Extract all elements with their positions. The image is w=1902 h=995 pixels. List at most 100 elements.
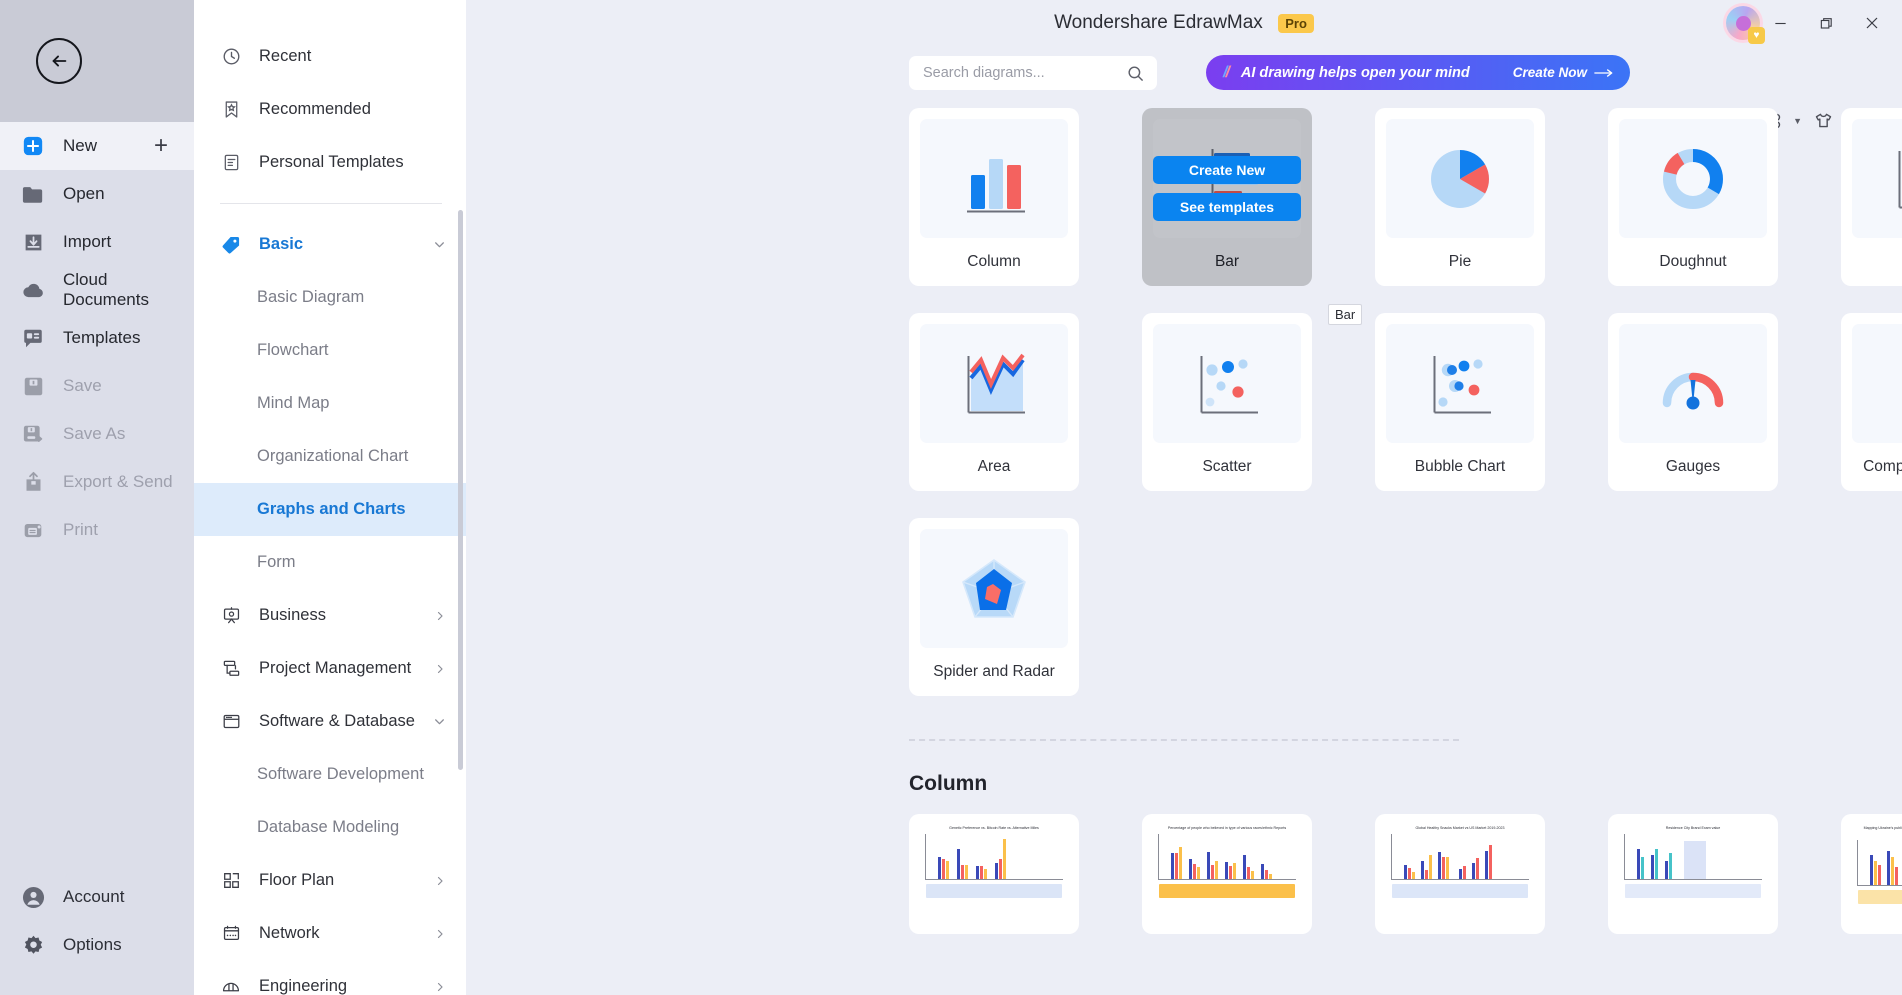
category-label: Recent (259, 47, 312, 65)
card-area[interactable]: Area (909, 313, 1079, 491)
see-templates-button[interactable]: See templates (1153, 193, 1301, 221)
restore-button[interactable] (1806, 6, 1846, 40)
card-comparison-chart[interactable]: Comparison Chart (1841, 313, 1902, 491)
minimize-button[interactable] (1760, 6, 1800, 40)
card-thumbnail (1386, 119, 1534, 238)
card-hover-actions: Create New See templates (1153, 156, 1301, 221)
document-icon (220, 153, 242, 172)
card-pie[interactable]: Pie (1375, 108, 1545, 286)
rail-item-label: Templates (63, 328, 141, 347)
chevron-down-icon[interactable] (433, 238, 446, 251)
rail-item-import[interactable]: Import (0, 218, 194, 266)
card-label: Spider and Radar (933, 663, 1055, 680)
category-personal-templates[interactable]: Personal Templates (194, 136, 466, 189)
rail-item-export-send[interactable]: Export & Send (0, 458, 194, 506)
title-bar: Wondershare EdrawMax Pro ♥ (466, 0, 1902, 46)
chevron-right-icon[interactable] (434, 610, 446, 622)
comparison-chart-icon (1883, 345, 1902, 423)
rail-item-print[interactable]: Print (0, 506, 194, 554)
rail-item-templates[interactable]: Templates (0, 314, 194, 362)
doughnut-chart-icon (1663, 148, 1723, 209)
card-scatter[interactable]: Scatter (1142, 313, 1312, 491)
rail-item-cloud-documents[interactable]: Cloud Documents (0, 266, 194, 314)
category-label: Form (257, 553, 296, 571)
category-graphs-and-charts[interactable]: Graphs and Charts (194, 483, 466, 536)
rail-item-save-as[interactable]: Save As (0, 410, 194, 458)
chevron-right-icon[interactable] (434, 663, 446, 675)
category-group-project-management[interactable]: Project Management (194, 642, 466, 695)
chart-type-grid: Column Create New See templates Bar Bar … (466, 108, 1902, 723)
rail-item-options[interactable]: Options (0, 921, 194, 969)
chevron-right-icon[interactable] (434, 928, 446, 940)
app-title-text: Wondershare EdrawMax (1054, 12, 1263, 33)
rail-item-open[interactable]: Open (0, 170, 194, 218)
category-group-floor-plan[interactable]: Floor Plan (194, 854, 466, 907)
ai-drawing-banner[interactable]: // AI drawing helps open your mind Creat… (1206, 55, 1630, 90)
card-bar[interactable]: Create New See templates Bar Bar (1142, 108, 1363, 325)
template-card[interactable]: Global Healthy Snacks Market vs US Marke… (1375, 814, 1545, 934)
card-doughnut[interactable]: Doughnut (1608, 108, 1778, 286)
category-group-business[interactable]: Business (194, 589, 466, 642)
template-card[interactable]: Percentage of people who believed in typ… (1142, 814, 1312, 934)
rail-item-account[interactable]: Account (0, 873, 194, 921)
rail-item-label: New (63, 136, 98, 155)
category-organizational-chart[interactable]: Organizational Chart (194, 430, 466, 483)
edrawmax-start-window: New + Open Import Cloud Documents Templa… (0, 0, 1902, 995)
category-recent[interactable]: Recent (194, 30, 466, 83)
category-label: Recommended (259, 100, 371, 118)
card-thumbnail (920, 119, 1068, 238)
category-group-software-database[interactable]: Software & Database (194, 695, 466, 748)
gauge-icon (1662, 372, 1724, 409)
rail-item-new[interactable]: New + (0, 122, 194, 170)
avatar[interactable]: ♥ (1726, 6, 1765, 44)
content-scroll-area[interactable]: Column Create New See templates Bar Bar … (466, 108, 1902, 995)
template-card[interactable]: Residence City Brand Exam value (1608, 814, 1778, 934)
category-label: Basic Diagram (257, 288, 365, 306)
category-label: Software & Database (259, 712, 415, 730)
category-group-basic[interactable]: Basic (194, 218, 466, 271)
template-card[interactable]: Mapping Ukraine's public finances: How t… (1841, 814, 1902, 934)
back-button[interactable] (36, 38, 82, 84)
template-mini-caption (1159, 884, 1295, 899)
search-box[interactable] (909, 56, 1157, 90)
category-group-engineering[interactable]: Engineering (194, 960, 466, 995)
card-label: Doughnut (1659, 253, 1727, 270)
search-icon[interactable] (1126, 64, 1145, 83)
card-column[interactable]: Column (909, 108, 1079, 286)
create-now-button[interactable]: Create Now (1513, 65, 1614, 80)
category-database-modeling[interactable]: Database Modeling (194, 801, 466, 854)
card-spider-and-radar[interactable]: Spider and Radar (909, 518, 1079, 696)
template-title: Genetic Preference vs. Bitcoin Rate vs. … (949, 826, 1039, 830)
account-icon (20, 884, 46, 910)
category-label: Business (259, 606, 326, 624)
category-group-network[interactable]: Network (194, 907, 466, 960)
radar-chart-icon (962, 558, 1026, 618)
category-software-development[interactable]: Software Development (194, 748, 466, 801)
category-mind-map[interactable]: Mind Map (194, 377, 466, 430)
card-line[interactable]: Line (1841, 108, 1902, 286)
chevron-right-icon[interactable] (434, 875, 446, 887)
close-button[interactable] (1852, 6, 1892, 40)
chevron-down-icon[interactable] (433, 715, 446, 728)
chevron-right-icon[interactable] (434, 981, 446, 993)
category-recommended[interactable]: Recommended (194, 83, 466, 136)
sidebar-divider (220, 203, 442, 204)
template-title: Residence City Brand Exam value (1665, 826, 1721, 830)
category-form[interactable]: Form (194, 536, 466, 589)
new-add-button[interactable]: + (154, 132, 168, 160)
card-gauges[interactable]: Gauges (1608, 313, 1778, 491)
category-basic-diagram[interactable]: Basic Diagram (194, 271, 466, 324)
category-flowchart[interactable]: Flowchart (194, 324, 466, 377)
template-thumbnail: Percentage of people who believed in typ… (1150, 822, 1304, 926)
rail-item-save[interactable]: Save (0, 362, 194, 410)
create-new-button[interactable]: Create New (1153, 156, 1301, 184)
page-title: Wondershare EdrawMax Pro (1054, 12, 1314, 34)
line-chart-icon (1898, 150, 1902, 208)
category-label: Engineering (259, 977, 348, 995)
template-card[interactable]: Genetic Preference vs. Bitcoin Rate vs. … (909, 814, 1079, 934)
search-input[interactable] (923, 65, 1126, 81)
template-mini-caption (1392, 884, 1528, 899)
sidebar-scrollbar[interactable] (458, 210, 463, 770)
card-bubble-chart[interactable]: Bubble Chart (1375, 313, 1545, 491)
left-rail: New + Open Import Cloud Documents Templa… (0, 0, 194, 995)
